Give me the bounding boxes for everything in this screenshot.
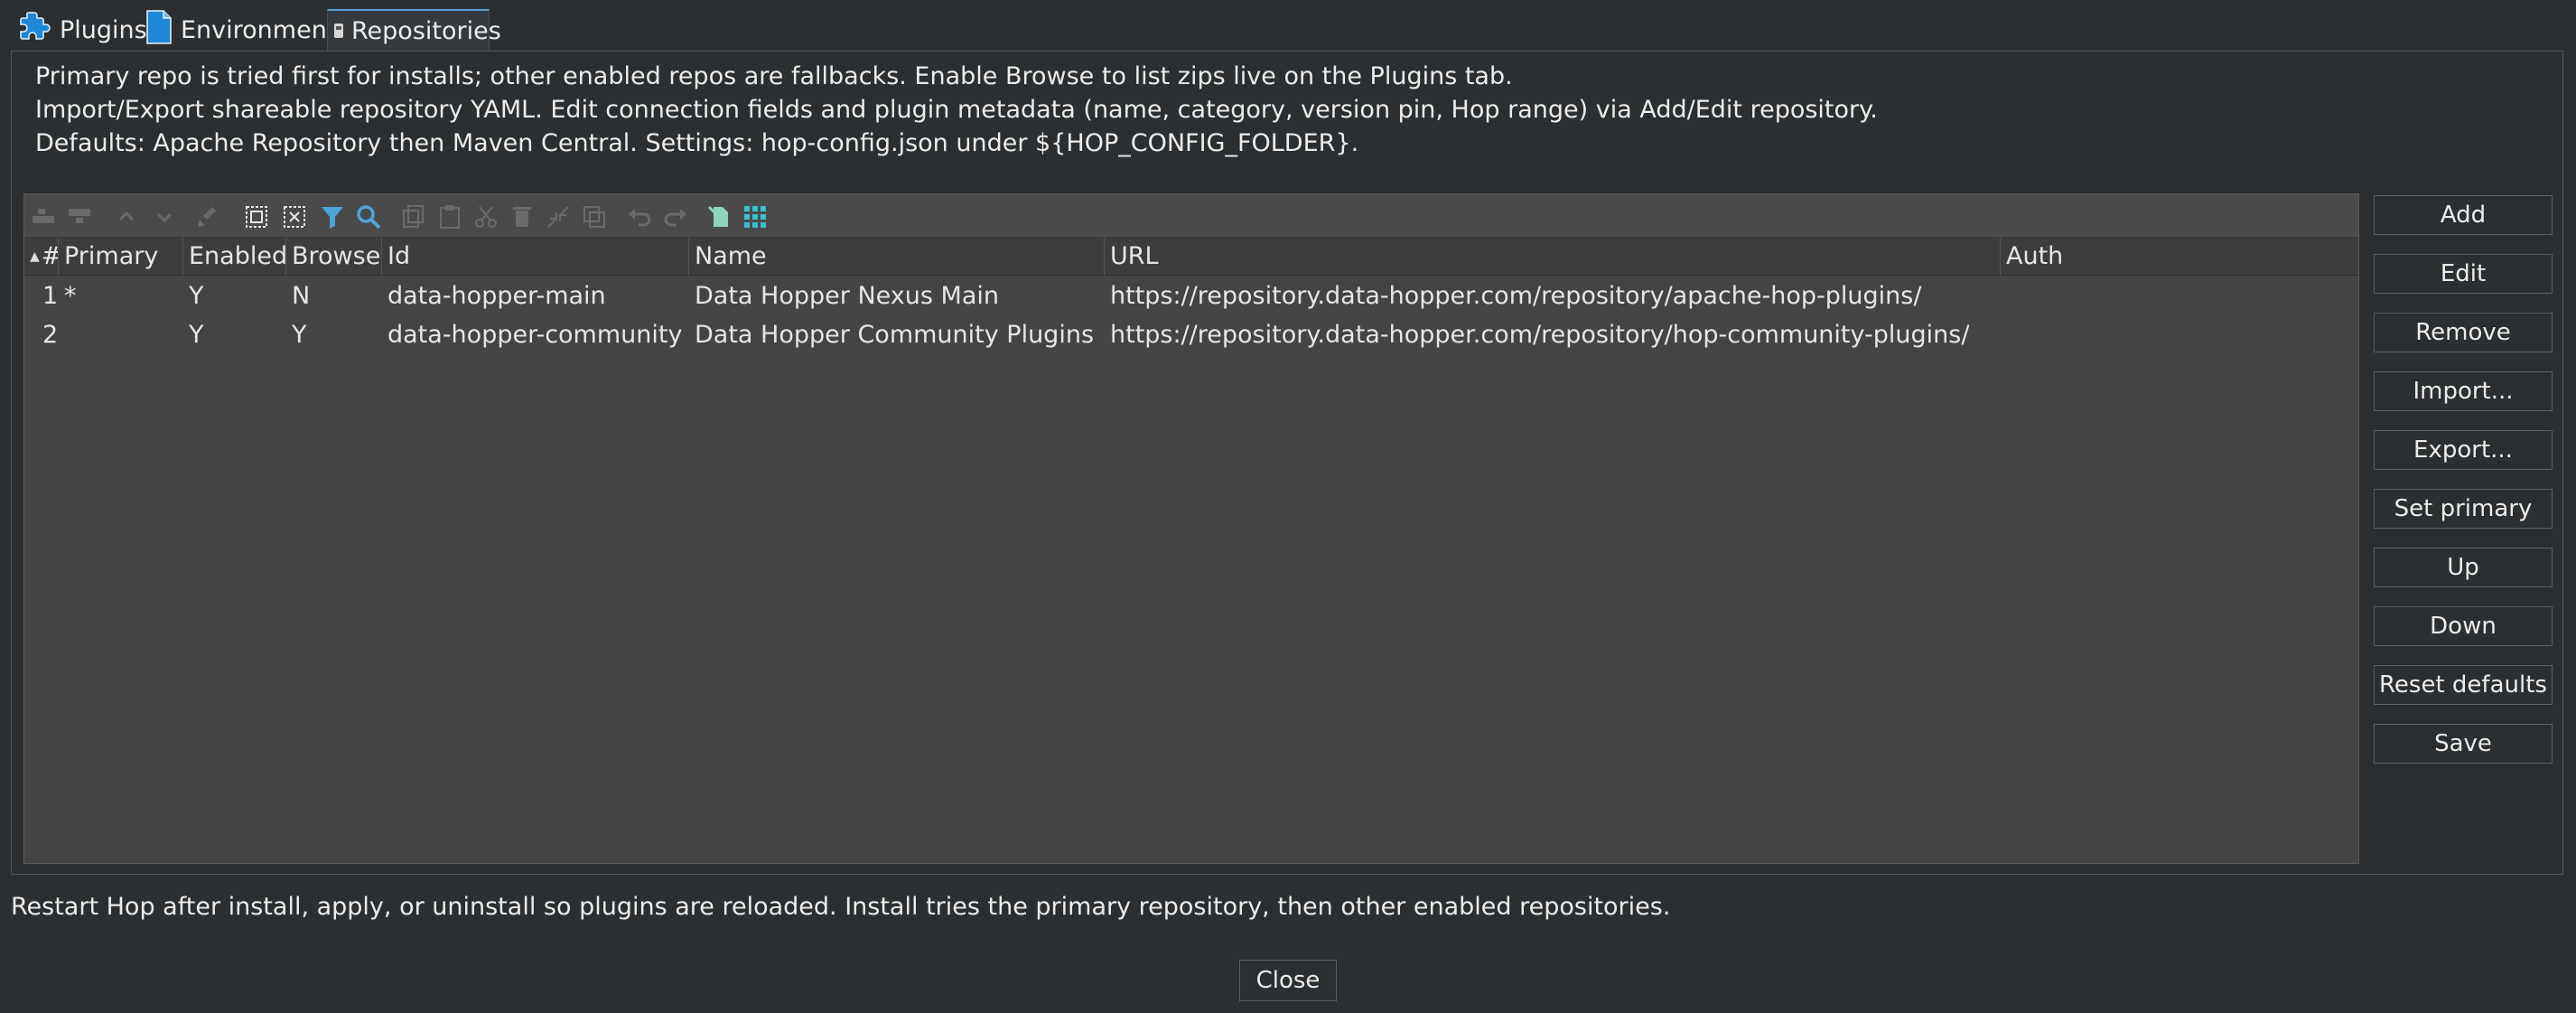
table-row[interactable]: 2 Y Y data-hopper-community Data Hopper …: [24, 316, 2358, 354]
column-header-number[interactable]: ▲#: [24, 238, 59, 276]
redo-icon[interactable]: [660, 202, 691, 232]
table-row[interactable]: 1 * Y N data-hopper-main Data Hopper Nex…: [24, 277, 2358, 315]
tab-environment[interactable]: Environment: [139, 9, 341, 51]
filter-icon[interactable]: [317, 202, 348, 232]
edit-button[interactable]: Edit: [2374, 254, 2553, 294]
up-button[interactable]: Up: [2374, 548, 2553, 587]
select-all-icon[interactable]: [241, 202, 272, 232]
cell-id[interactable]: data-hopper-main: [382, 277, 689, 315]
cell-number: 2: [42, 321, 59, 349]
column-header-primary[interactable]: Primary: [59, 238, 183, 276]
cell-name[interactable]: Data Hopper Community Plugins: [689, 316, 1105, 354]
document-icon: [145, 9, 173, 52]
cell-id[interactable]: data-hopper-community: [382, 316, 689, 354]
save-button[interactable]: Save: [2374, 724, 2553, 764]
search-icon[interactable]: [353, 202, 384, 232]
column-header-url[interactable]: URL: [1105, 238, 2001, 276]
cell-auth[interactable]: [2001, 316, 2360, 354]
clear-icon[interactable]: [192, 202, 223, 232]
collapse-icon[interactable]: [543, 202, 574, 232]
insert-row-before-icon[interactable]: [28, 202, 59, 232]
paste-icon[interactable]: [434, 202, 465, 232]
description-line-3: Defaults: Apache Repository then Maven C…: [35, 129, 1359, 157]
cell-browse[interactable]: Y: [286, 316, 382, 354]
puzzle-icon: [16, 9, 52, 52]
optimal-width-icon[interactable]: [740, 202, 770, 232]
reset-defaults-button[interactable]: Reset defaults: [2374, 665, 2553, 705]
cell-browse[interactable]: N: [286, 277, 382, 315]
import-button[interactable]: Import...: [2374, 371, 2553, 411]
column-header-enabled[interactable]: Enabled: [183, 238, 286, 276]
set-primary-button[interactable]: Set primary: [2374, 489, 2553, 529]
move-down-icon[interactable]: [149, 202, 180, 232]
tab-plugins[interactable]: Plugins: [11, 9, 153, 51]
sort-arrow-icon: ▲: [30, 249, 40, 264]
cell-url[interactable]: https://repository.data-hopper.com/repos…: [1105, 316, 2001, 354]
description-line-1: Primary repo is tried first for installs…: [35, 62, 1513, 90]
column-header-id[interactable]: Id: [382, 238, 689, 276]
cut-icon[interactable]: [471, 202, 501, 232]
delete-icon[interactable]: [507, 202, 537, 232]
cell-auth[interactable]: [2001, 277, 2360, 315]
restart-hint: Restart Hop after install, apply, or uni…: [11, 893, 1671, 921]
keep-rows-icon[interactable]: [704, 202, 734, 232]
undo-icon[interactable]: [624, 202, 655, 232]
insert-row-after-icon[interactable]: [64, 202, 95, 232]
cell-enabled[interactable]: Y: [183, 316, 286, 354]
copy-icon[interactable]: [398, 202, 429, 232]
column-header-auth[interactable]: Auth: [2001, 238, 2360, 276]
tab-repositories-label: Repositories: [351, 16, 501, 45]
add-button[interactable]: Add: [2374, 195, 2553, 235]
tab-environment-label: Environment: [181, 15, 337, 44]
close-button[interactable]: Close: [1239, 960, 1337, 1001]
cell-primary[interactable]: *: [59, 277, 183, 315]
cell-enabled[interactable]: Y: [183, 277, 286, 315]
repositories-table: ▲# Primary Enabled Browse Id Name URL Au…: [23, 193, 2359, 864]
export-button[interactable]: Export...: [2374, 430, 2553, 470]
table-header: ▲# Primary Enabled Browse Id Name URL Au…: [24, 238, 2358, 276]
repository-icon: [333, 17, 344, 45]
unselect-all-icon[interactable]: [279, 202, 310, 232]
down-button[interactable]: Down: [2374, 606, 2553, 646]
cell-primary[interactable]: [59, 316, 183, 354]
column-header-name[interactable]: Name: [689, 238, 1105, 276]
column-header-browse[interactable]: Browse: [286, 238, 382, 276]
cell-number: 1: [42, 282, 59, 310]
cell-url[interactable]: https://repository.data-hopper.com/repos…: [1105, 277, 2001, 315]
tab-plugins-label: Plugins: [60, 15, 147, 44]
tab-repositories[interactable]: Repositories: [327, 9, 501, 51]
description-line-2: Import/Export shareable repository YAML.…: [35, 96, 1878, 124]
duplicate-icon[interactable]: [579, 202, 610, 232]
table-toolbar: [24, 194, 2358, 238]
remove-button[interactable]: Remove: [2374, 313, 2553, 352]
cell-name[interactable]: Data Hopper Nexus Main: [689, 277, 1105, 315]
move-up-icon[interactable]: [111, 202, 142, 232]
